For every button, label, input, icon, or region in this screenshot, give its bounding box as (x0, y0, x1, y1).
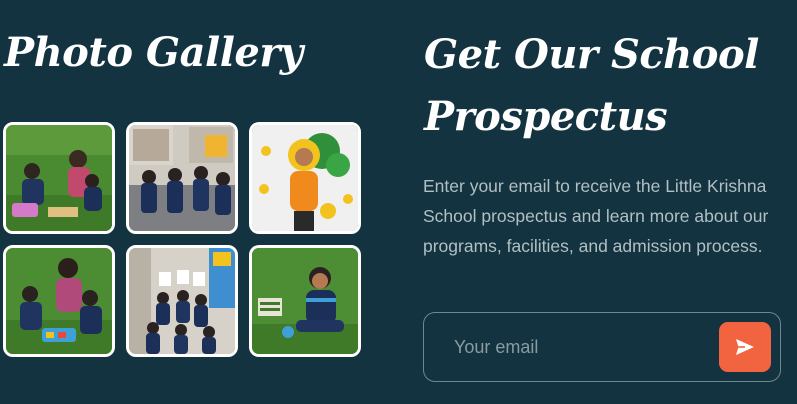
prospectus-title: Get Our School Prospectus (424, 31, 759, 140)
photo-classroom-icon (129, 125, 235, 231)
gallery-photo-3[interactable] (249, 122, 361, 234)
email-subscribe-form (423, 312, 781, 382)
photo-gallery-grid (3, 122, 365, 360)
gallery-photo-6[interactable] (249, 245, 361, 357)
send-button[interactable] (719, 322, 771, 372)
photo-children-stairs-icon (129, 248, 235, 354)
photo-flower-costume-icon (252, 125, 358, 231)
gallery-photo-4[interactable] (3, 245, 115, 357)
photo-children-teacher-icon (6, 248, 112, 354)
photo-child-sitting-icon (252, 248, 358, 354)
prospectus-description: Enter your email to receive the Little K… (423, 176, 769, 256)
gallery-photo-5[interactable] (126, 245, 238, 357)
email-input[interactable] (436, 325, 734, 369)
gallery-photo-1[interactable] (3, 122, 115, 234)
gallery-photo-2[interactable] (126, 122, 238, 234)
send-arrow-icon (736, 339, 754, 355)
gallery-title: Photo Gallery (4, 29, 303, 76)
photo-children-playing-icon (6, 125, 112, 231)
